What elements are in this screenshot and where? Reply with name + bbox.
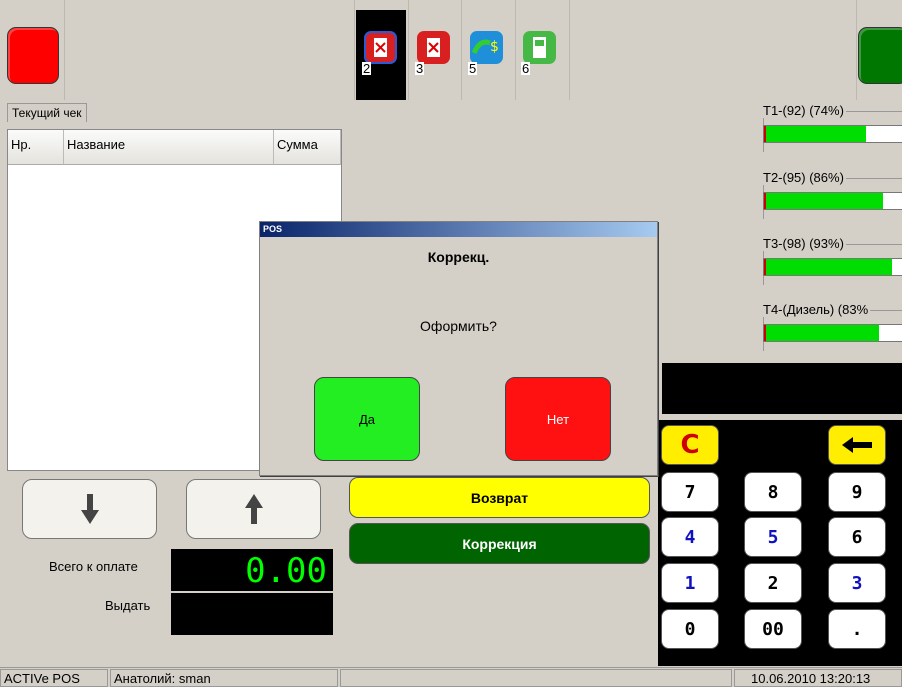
dialog-question: Оформить? xyxy=(420,318,497,334)
pump-number: 2 xyxy=(362,61,372,76)
pump-5[interactable]: $ 5 xyxy=(466,27,506,77)
change-display xyxy=(171,593,333,635)
key-9[interactable]: 9 xyxy=(828,472,886,512)
key-00[interactable]: 00 xyxy=(744,609,802,649)
backspace-key[interactable] xyxy=(828,425,886,465)
status-datetime: 10.06.2010 13:20:13 xyxy=(734,669,902,687)
column-header-num[interactable]: Нр. xyxy=(8,130,64,165)
total-display: 0.00 xyxy=(171,549,333,591)
key-4[interactable]: 4 xyxy=(661,517,719,557)
pump-blocked-icon xyxy=(364,31,397,64)
key-5[interactable]: 5 xyxy=(744,517,802,557)
key-decimal[interactable]: . xyxy=(828,609,886,649)
key-8[interactable]: 8 xyxy=(744,472,802,512)
tank-label: T2-(95) (86%) xyxy=(763,170,846,185)
pump-2[interactable]: 2 xyxy=(360,27,400,77)
tank-2: T2-(95) (86%) xyxy=(763,170,902,220)
scroll-down-button[interactable] xyxy=(22,479,157,539)
return-button[interactable]: Возврат xyxy=(349,477,650,518)
tank-level-bar xyxy=(763,192,902,210)
keypad-display xyxy=(662,363,902,414)
pump-blocked-icon xyxy=(417,31,450,64)
scroll-up-button[interactable] xyxy=(186,479,321,539)
tank-label: T4-(Дизель) (83% xyxy=(763,302,871,317)
arrow-up-icon xyxy=(244,494,263,524)
clear-key[interactable]: C xyxy=(661,425,719,465)
right-green-button[interactable] xyxy=(858,27,902,84)
key-6[interactable]: 6 xyxy=(828,517,886,557)
key-7[interactable]: 7 xyxy=(661,472,719,512)
svg-text:$: $ xyxy=(490,39,499,55)
tank-level-bar xyxy=(763,324,902,342)
dialog-title-bar[interactable]: POS xyxy=(260,222,657,237)
correction-button[interactable]: Коррекция xyxy=(349,523,650,564)
change-label: Выдать xyxy=(105,598,151,613)
status-empty xyxy=(340,669,732,687)
total-label: Всего к оплате xyxy=(49,559,138,574)
tank-label: T1-(92) (74%) xyxy=(763,103,846,118)
arrow-left-icon xyxy=(842,437,872,453)
confirm-dialog: POS Коррекц. Оформить? Да Нет xyxy=(259,221,658,476)
dialog-heading: Коррекц. xyxy=(427,249,490,265)
pump-6[interactable]: 6 xyxy=(519,27,559,77)
tank-level-bar xyxy=(763,125,902,143)
pump-prepaid-icon: $ xyxy=(470,31,503,64)
pump-number: 5 xyxy=(468,61,478,76)
total-value: 0.00 xyxy=(245,551,327,591)
yes-button[interactable]: Да xyxy=(314,377,420,461)
pump-number: 6 xyxy=(521,61,531,76)
key-2[interactable]: 2 xyxy=(744,563,802,603)
key-1[interactable]: 1 xyxy=(661,563,719,603)
tank-3: T3-(98) (93%) xyxy=(763,236,902,286)
status-user: Анатолий: sman xyxy=(110,669,338,687)
status-app-name: ACTIVe POS xyxy=(0,669,108,687)
tab-current-receipt[interactable]: Текущий чек xyxy=(7,103,87,122)
column-header-sum[interactable]: Сумма xyxy=(274,130,341,165)
column-header-name[interactable]: Название xyxy=(64,130,274,165)
pump-number: 3 xyxy=(415,61,425,76)
no-button[interactable]: Нет xyxy=(505,377,611,461)
arrow-down-icon xyxy=(80,494,99,524)
left-red-button[interactable] xyxy=(7,27,59,84)
tank-level-bar xyxy=(763,258,902,276)
pump-idle-icon xyxy=(523,31,556,64)
key-0[interactable]: 0 xyxy=(661,609,719,649)
tank-4: T4-(Дизель) (83% xyxy=(763,302,902,352)
pump-3[interactable]: 3 xyxy=(413,27,453,77)
key-3[interactable]: 3 xyxy=(828,563,886,603)
tank-1: T1-(92) (74%) xyxy=(763,103,902,153)
tank-label: T3-(98) (93%) xyxy=(763,236,846,251)
